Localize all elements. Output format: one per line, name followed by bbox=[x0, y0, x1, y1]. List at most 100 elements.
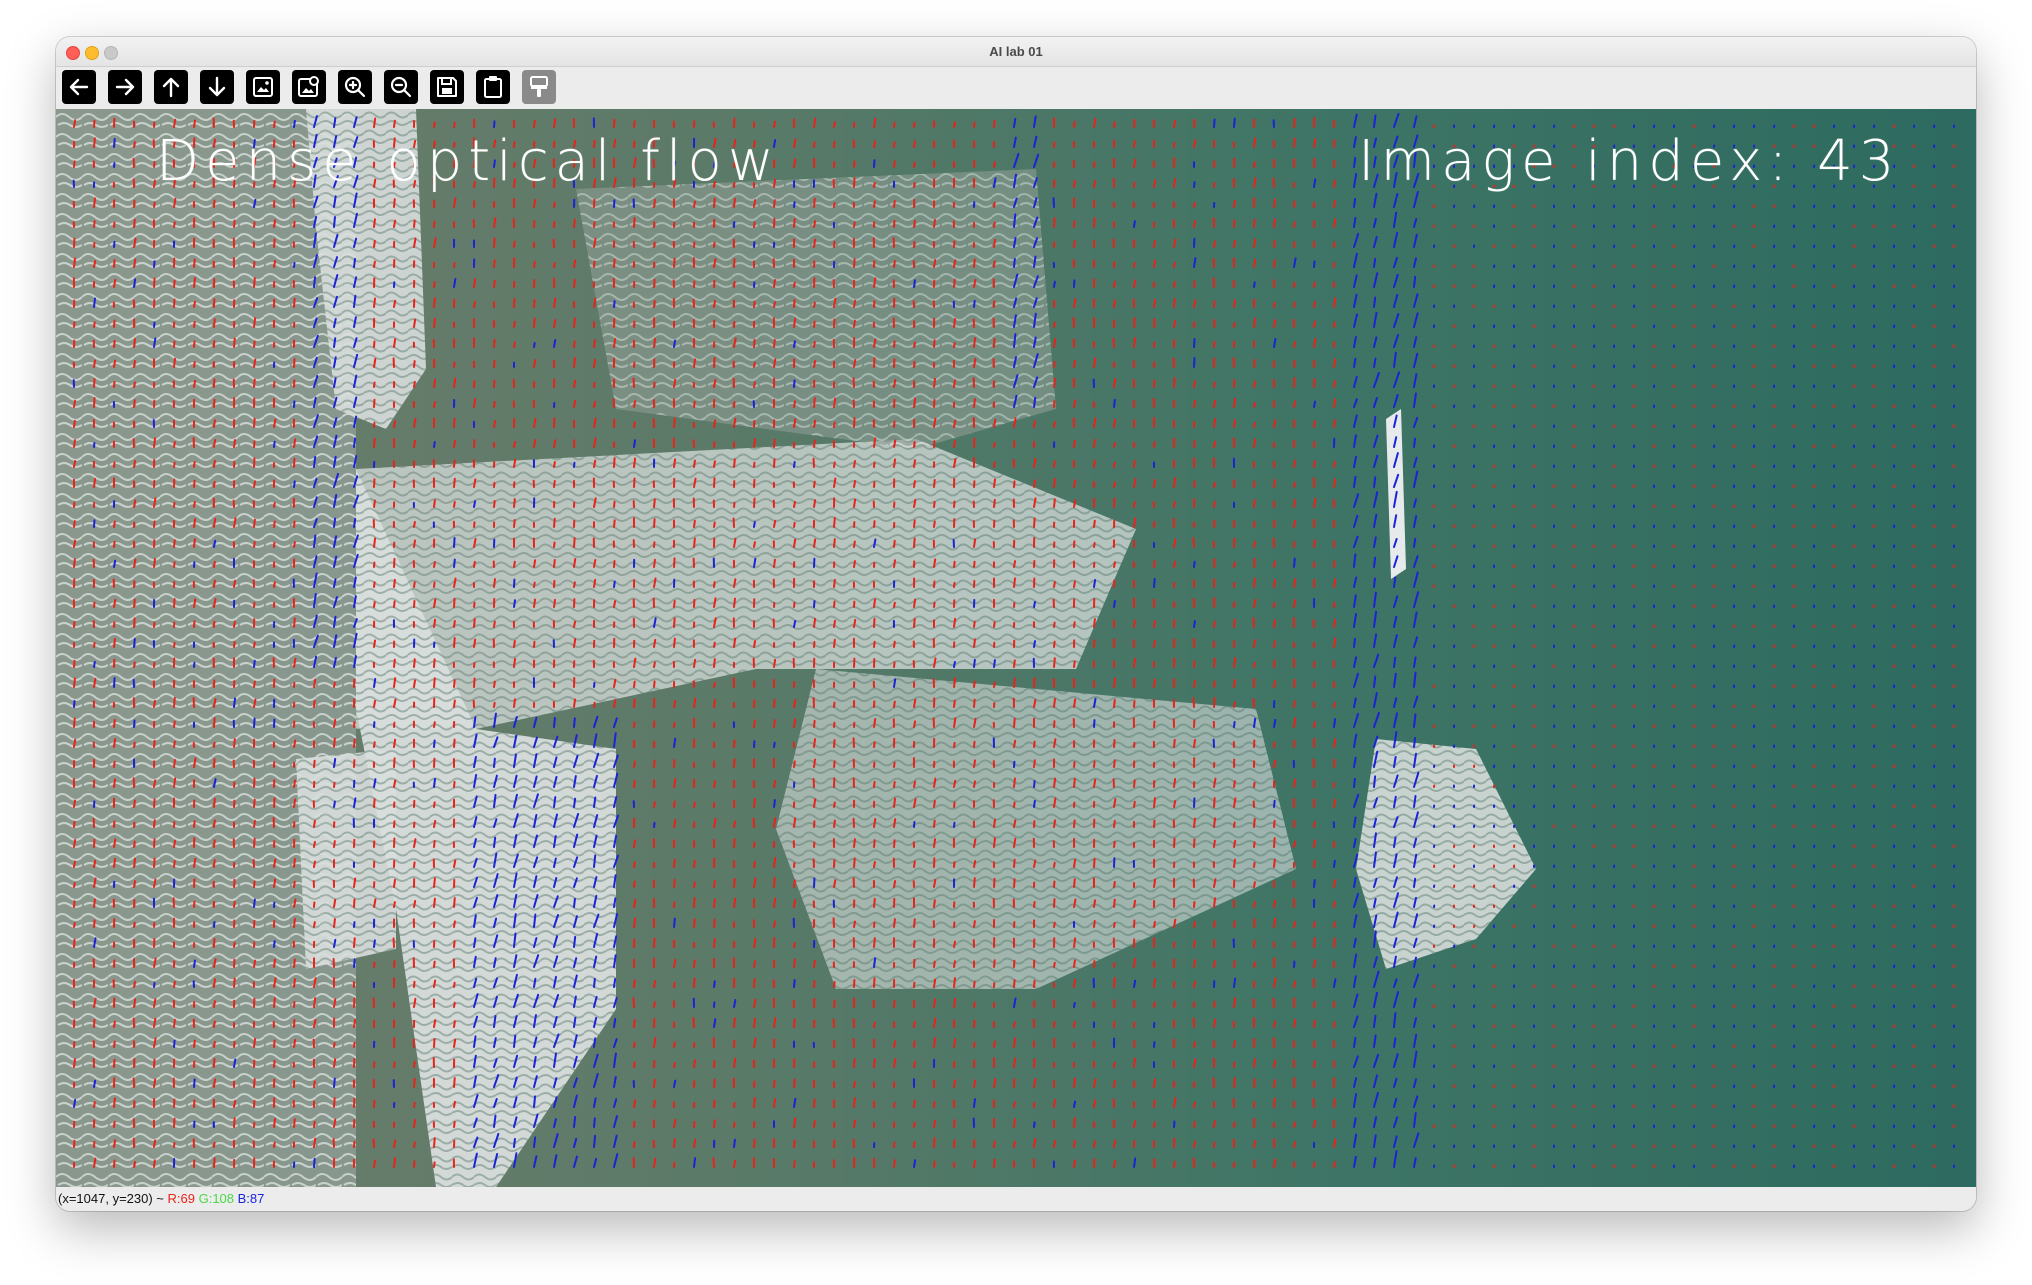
flow-vector bbox=[133, 617, 136, 628]
flow-vector bbox=[1073, 1020, 1076, 1028]
flow-vector bbox=[393, 299, 397, 308]
flow-vector bbox=[633, 898, 637, 908]
flow-vector bbox=[1393, 656, 1397, 668]
flow-vector bbox=[893, 539, 896, 548]
zoom-out-button[interactable] bbox=[384, 70, 418, 104]
flow-vector bbox=[1073, 399, 1077, 408]
flow-vector bbox=[1133, 800, 1136, 808]
flow-vector bbox=[1273, 319, 1277, 328]
flow-vector bbox=[453, 679, 456, 688]
zoom-in-button[interactable] bbox=[338, 70, 372, 104]
flow-vector bbox=[473, 521, 476, 528]
flow-vector bbox=[993, 441, 996, 448]
flow-vector bbox=[1193, 920, 1196, 928]
pan-right-button[interactable] bbox=[108, 70, 142, 104]
flow-vector bbox=[133, 399, 136, 408]
flow-vector bbox=[1253, 717, 1257, 728]
flow-vector bbox=[793, 718, 797, 728]
flow-vector bbox=[1233, 839, 1237, 848]
flow-vector bbox=[673, 858, 676, 868]
flow-vector bbox=[1173, 377, 1176, 388]
flow-vector bbox=[733, 458, 736, 468]
flow-vector bbox=[113, 259, 116, 268]
flow-vector bbox=[133, 381, 136, 388]
flow-vector bbox=[313, 276, 317, 288]
flow-vector bbox=[173, 279, 176, 288]
flow-vector bbox=[793, 138, 797, 148]
flow-vector bbox=[753, 338, 756, 348]
flow-vector bbox=[993, 238, 996, 248]
copy-to-clipboard-button[interactable] bbox=[476, 70, 510, 104]
flow-vector bbox=[1053, 777, 1057, 788]
flow-vector bbox=[813, 238, 817, 248]
flow-vector bbox=[853, 1097, 856, 1108]
flow-vector bbox=[613, 1017, 617, 1028]
flow-vector bbox=[413, 439, 416, 448]
flow-vector bbox=[213, 318, 216, 328]
flow-vector bbox=[1293, 920, 1296, 928]
zoom-out-icon bbox=[390, 76, 412, 98]
flow-vector bbox=[433, 658, 436, 668]
flow-vector bbox=[913, 181, 916, 188]
flow-vector bbox=[533, 119, 536, 128]
image-canvas[interactable]: Dense optical flow Image index: 43 bbox=[56, 109, 1976, 1187]
flow-vector bbox=[93, 1079, 97, 1088]
pan-left-button[interactable] bbox=[62, 70, 96, 104]
zoom-fit-button[interactable] bbox=[292, 70, 326, 104]
flow-vector bbox=[573, 537, 576, 548]
flow-vector bbox=[973, 620, 976, 628]
flow-vector bbox=[133, 921, 136, 928]
flow-vector bbox=[733, 1138, 736, 1148]
flow-vector bbox=[133, 360, 136, 368]
flow-vector bbox=[1413, 877, 1417, 888]
flow-vector bbox=[1133, 619, 1136, 628]
flow-vector bbox=[593, 297, 597, 308]
flow-vector bbox=[373, 798, 376, 808]
flow-vector bbox=[153, 838, 156, 848]
flow-vector bbox=[933, 998, 937, 1008]
flow-vector bbox=[993, 160, 996, 168]
flow-vector bbox=[333, 1077, 336, 1088]
flow-vector bbox=[113, 857, 117, 868]
flow-vector bbox=[1233, 1077, 1236, 1088]
flow-vector bbox=[1253, 577, 1256, 588]
flow-vector bbox=[833, 397, 837, 408]
pan-up-button[interactable] bbox=[154, 70, 188, 104]
flow-vector bbox=[1253, 281, 1256, 288]
flow-vector bbox=[173, 1039, 176, 1048]
flow-vector bbox=[613, 600, 617, 608]
flow-vector bbox=[233, 640, 236, 648]
flow-vector bbox=[553, 262, 556, 268]
flow-vector bbox=[373, 639, 377, 648]
flow-vector bbox=[1333, 701, 1336, 708]
flow-vector bbox=[833, 600, 836, 608]
flow-vector bbox=[73, 838, 77, 848]
flow-vector bbox=[1153, 1078, 1157, 1088]
flow-vector bbox=[73, 677, 76, 688]
flow-vector bbox=[1053, 280, 1056, 288]
flow-vector bbox=[413, 380, 416, 388]
flow-vector bbox=[73, 539, 77, 548]
flow-vector bbox=[473, 278, 477, 288]
flow-vector bbox=[133, 637, 136, 648]
flow-vector bbox=[893, 121, 896, 128]
flow-vector bbox=[153, 277, 156, 288]
flow-vector bbox=[1013, 659, 1016, 668]
flow-vector bbox=[753, 1097, 756, 1108]
flow-vector bbox=[233, 579, 237, 588]
pan-down-button[interactable] bbox=[200, 70, 234, 104]
flow-vector bbox=[393, 1061, 396, 1068]
flow-vector bbox=[553, 558, 556, 568]
flow-vector bbox=[1113, 121, 1116, 128]
properties-button[interactable] bbox=[522, 70, 556, 104]
flow-vector bbox=[393, 757, 396, 768]
flow-vector bbox=[233, 1040, 236, 1048]
flow-vector bbox=[233, 738, 236, 748]
save-image-button[interactable] bbox=[430, 70, 464, 104]
flow-vector bbox=[853, 618, 857, 628]
flow-vector bbox=[913, 939, 916, 948]
flow-vector bbox=[573, 379, 577, 388]
flow-vector bbox=[913, 459, 916, 468]
zoom-actual-size-button[interactable] bbox=[246, 70, 280, 104]
flow-vector bbox=[653, 638, 657, 648]
